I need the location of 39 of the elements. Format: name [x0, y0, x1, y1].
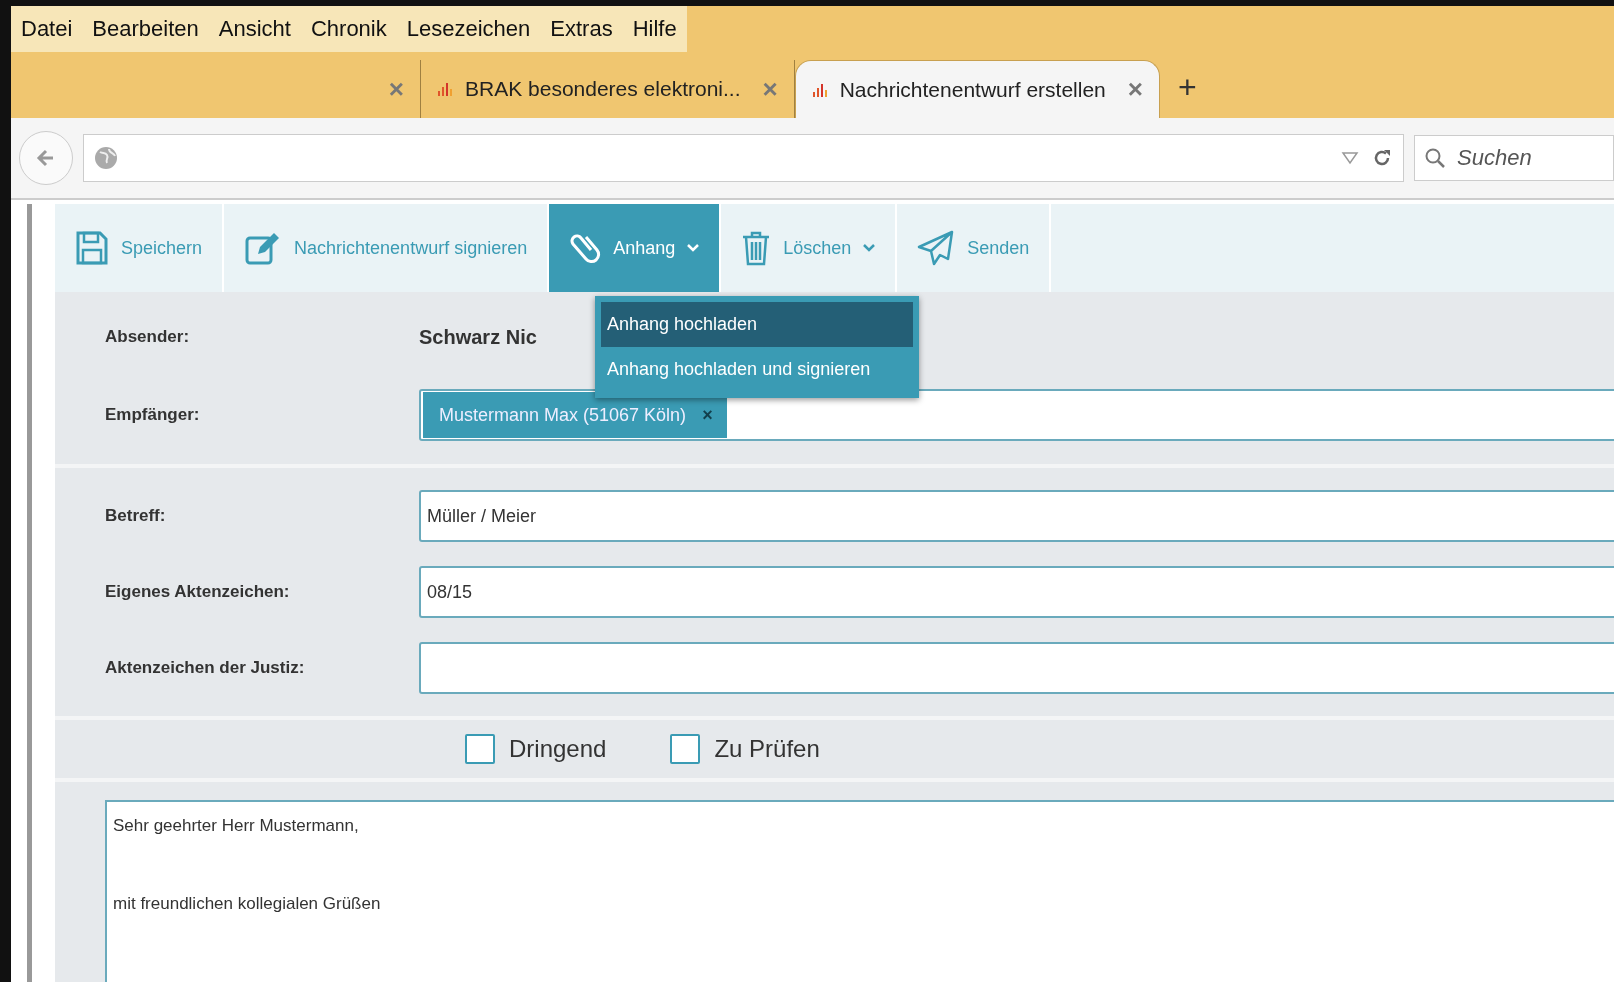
field-label: Aktenzeichen der Justiz:	[104, 658, 306, 678]
menu-item[interactable]: Hilfe	[632, 16, 677, 42]
field-label: Eigenes Aktenzeichen:	[104, 582, 291, 602]
message-text: mit freundlichen kollegialen Grüßen	[113, 894, 382, 914]
checkbox[interactable]	[465, 734, 495, 764]
field-label: Betreff:	[104, 506, 167, 526]
tab-title: BRAK besonderes elektroni...	[465, 77, 741, 101]
menu-item[interactable]: Extras	[550, 16, 613, 42]
tab-close-button[interactable]: ×	[1127, 74, 1143, 105]
trash-can-icon	[741, 230, 772, 266]
globe-icon	[94, 146, 118, 170]
menu-item[interactable]: Chronik	[310, 16, 387, 42]
browser-tab[interactable]: Nachrichtenentwurf erstellen ×	[794, 60, 1160, 118]
recipient-tag[interactable]: Mustermann Max (51067 Köln) ×	[423, 392, 727, 438]
input-field[interactable]: 08/15	[419, 566, 1614, 618]
sender-value: Schwarz Nic	[419, 325, 537, 349]
menu-item[interactable]: Datei	[21, 16, 73, 42]
checkbox-label: Zu Prüfen	[714, 735, 820, 763]
message-text: Sehr geehrter Herr Mustermann,	[113, 816, 360, 836]
input-field[interactable]	[419, 642, 1614, 694]
recipient-field[interactable]: Mustermann Max (51067 Köln) ×	[419, 389, 1614, 441]
checkbox-label: Dringend	[509, 735, 607, 763]
menu-item[interactable]: Lesezeichen	[406, 16, 531, 42]
search-field[interactable]: Suchen	[1414, 135, 1614, 181]
input-field[interactable]: Müller / Meier	[419, 490, 1614, 542]
back-button[interactable]	[19, 131, 73, 185]
new-tab-button[interactable]: +	[1178, 69, 1197, 106]
dropdown-item[interactable]: Anhang hochladen	[601, 302, 913, 347]
checkbox[interactable]	[670, 734, 701, 764]
dropdown-triangle-icon[interactable]	[1341, 151, 1359, 165]
remove-button[interactable]: ×	[702, 404, 713, 426]
message-body-field[interactable]: Sehr geehrter Herr Mustermann, mit freundlichen kollegialen Grüßen	[105, 800, 1614, 982]
tab-title: Nachrichtenentwurf erstellen	[839, 77, 1106, 102]
field-label: Empfänger:	[104, 405, 201, 425]
menu-item[interactable]: Ansicht	[218, 16, 291, 42]
menu-item[interactable]: Bearbeiten	[92, 16, 199, 42]
field-label: Absender:	[104, 327, 191, 347]
paper-plane-icon	[917, 230, 956, 266]
address-field[interactable]	[83, 134, 1404, 182]
